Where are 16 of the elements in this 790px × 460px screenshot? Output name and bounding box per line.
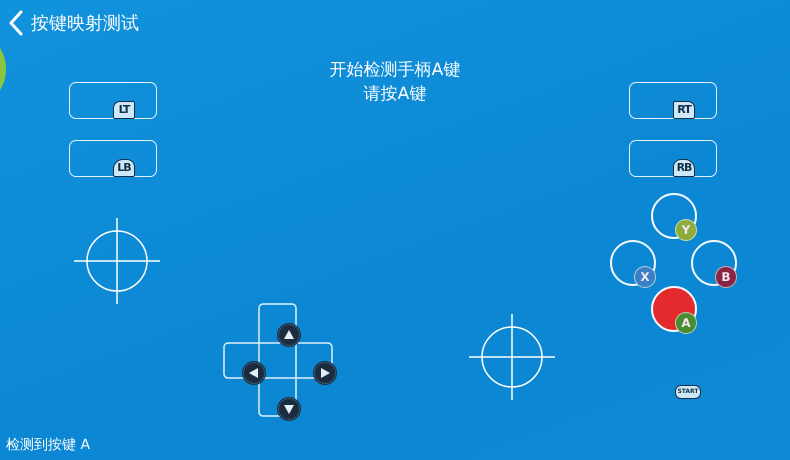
shoulder-button[interactable]: RT xyxy=(673,101,695,119)
left-stick-crosshair[interactable] xyxy=(72,216,162,306)
back-icon[interactable] xyxy=(8,10,24,36)
page-title: 按键映射测试 xyxy=(31,12,139,34)
shoulder-button[interactable]: LB xyxy=(113,159,135,177)
down-arrow-icon[interactable] xyxy=(277,397,301,421)
up-arrow-icon[interactable] xyxy=(277,323,301,347)
right-arrow-icon[interactable] xyxy=(313,361,337,385)
right-stick-crosshair[interactable] xyxy=(467,312,557,402)
shoulder-button[interactable]: LT xyxy=(113,101,135,119)
shoulder-button[interactable]: RB xyxy=(673,159,695,177)
prompt-text: 开始检测手柄A键 xyxy=(330,60,460,80)
left-arrow-icon[interactable] xyxy=(242,361,266,385)
prompt-text: 请按A键 xyxy=(364,84,426,104)
status-text: 检测到按键 A xyxy=(6,436,90,454)
face-button[interactable]: B xyxy=(715,266,737,288)
